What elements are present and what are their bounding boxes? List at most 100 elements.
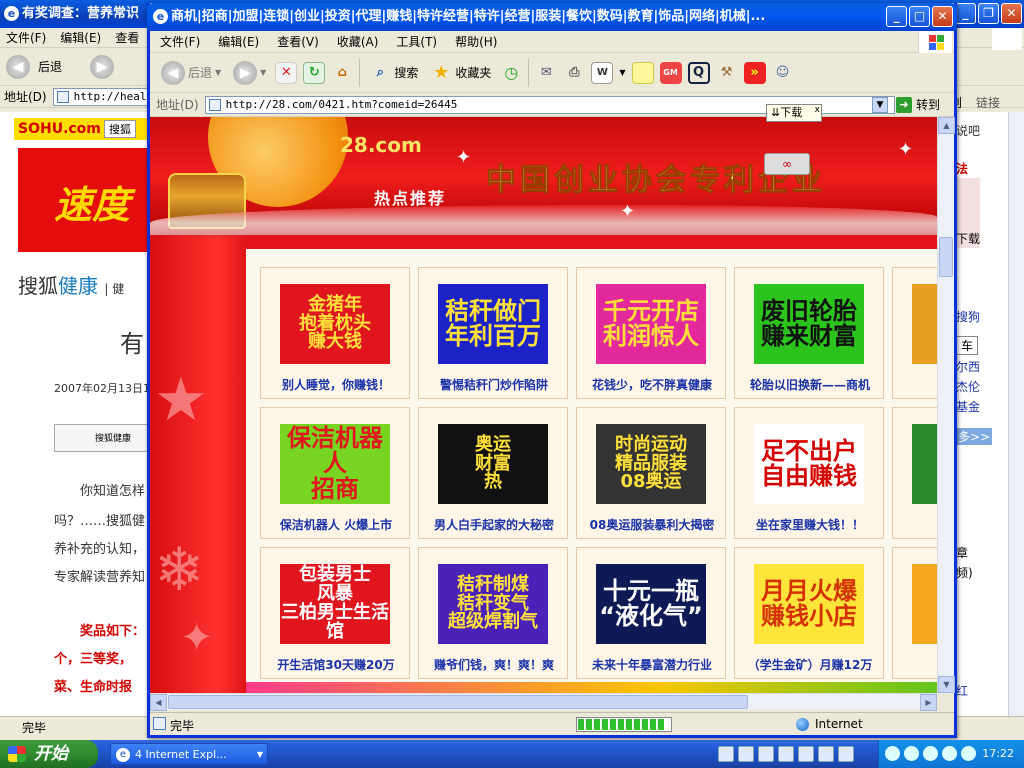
bookmark-icon[interactable]: »	[743, 61, 766, 84]
address-dropdown-icon[interactable]: ▼	[872, 97, 888, 113]
back-arrow-icon[interactable]: ◀	[6, 54, 30, 79]
menu-edit[interactable]: 编辑(E)	[218, 31, 259, 52]
refresh-icon[interactable]: ↻	[303, 61, 326, 84]
ad-tile-caption[interactable]: （学生金矿）月赚12万	[735, 656, 885, 673]
network-icon[interactable]	[904, 746, 919, 761]
back-label[interactable]: 后退	[38, 58, 62, 75]
ad-tile-image[interactable]	[912, 564, 937, 644]
close-button[interactable]: ✕	[1001, 3, 1022, 24]
forward-button[interactable]: ▶ ▼	[230, 58, 269, 88]
menu-favorites[interactable]: 收藏(A)	[337, 31, 379, 52]
go-button[interactable]: ➜ 转到	[896, 96, 940, 113]
pen-icon[interactable]	[738, 746, 754, 762]
ad-tile-image[interactable]: 包装男士 风暴 三柏男士生活馆	[280, 564, 390, 644]
ad-tile-caption[interactable]: 新浚	[893, 516, 937, 533]
ad-tile-image[interactable]: 秸秆做门 年利百万	[438, 284, 548, 364]
ad-tile-caption[interactable]: 男人白手起家的大秘密	[419, 516, 569, 533]
sohu-search-tab[interactable]: 搜狐	[104, 120, 136, 138]
ad-tile-image[interactable]: 足不出户 自由赚钱	[754, 424, 864, 504]
close-button[interactable]: ✕	[932, 6, 953, 27]
ad-tile-image[interactable]: 金猪年 抱着枕头 赚大钱	[280, 284, 390, 364]
bg-more-link[interactable]: 多>>	[956, 428, 992, 445]
ad-tile-caption[interactable]: 白钅	[893, 656, 937, 673]
bg-url-field[interactable]: http://healt	[52, 87, 153, 106]
help-icon[interactable]	[818, 746, 834, 762]
mail-icon[interactable]: ✉	[535, 62, 557, 84]
history-icon[interactable]: ◷	[500, 62, 522, 84]
clock[interactable]: 17:22	[982, 747, 1014, 760]
chevron-down-icon[interactable]: ▼	[619, 68, 625, 77]
menu-edit[interactable]: 编辑(E)	[60, 28, 101, 47]
menu-help[interactable]: 帮助(H)	[455, 31, 497, 52]
ad-tile-image[interactable]: 时尚运动 精品服装 08奥运	[596, 424, 706, 504]
vertical-scroll-thumb[interactable]	[939, 237, 953, 277]
antivirus-icon[interactable]	[923, 746, 938, 761]
ad-tile[interactable]: 在年暴富	[892, 267, 937, 399]
favorites-button[interactable]: ★ 收藏夹	[427, 58, 494, 88]
toolbar-popup-button[interactable]: ∞	[764, 153, 810, 175]
ad-tile-caption[interactable]: 花钱少，吃不胖真健康	[577, 376, 727, 393]
minimize-button[interactable]: _	[955, 3, 976, 24]
messenger-icon[interactable]: ☺	[772, 62, 794, 84]
ad-tile-caption[interactable]: 未来十年暴富潜力行业	[577, 656, 727, 673]
ad-tile[interactable]: 时尚运动 精品服装 08奥运 08奥运服装暴利大揭密	[576, 407, 726, 539]
ad-tile[interactable]: 月月火爆 赚钱小店 （学生金矿）月赚12万	[734, 547, 884, 679]
back-button[interactable]: ◀ 后退 ▼	[158, 58, 224, 88]
bg-right-download[interactable]: 下载	[956, 230, 980, 247]
ad-tile-image[interactable]: 十元一瓶 “液化气”	[596, 564, 706, 644]
bg-right-box-text[interactable]: 车	[956, 336, 979, 355]
horizontal-scrollbar[interactable]: ◀ ▶	[150, 693, 937, 711]
ad-tile-caption[interactable]: 轮胎以旧换新——商机	[735, 376, 885, 393]
sohu-logo[interactable]: SOHU.com	[18, 121, 101, 137]
qq-icon[interactable]	[885, 746, 900, 761]
ad-tile-caption[interactable]: 开生活馆30天赚20万	[261, 656, 411, 673]
ad-tile[interactable]: 废旧轮胎 赚来财富 轮胎以旧换新——商机	[734, 267, 884, 399]
menu-tools[interactable]: 工具(T)	[396, 31, 437, 52]
ad-tile-image[interactable]: 2	[912, 424, 937, 504]
start-button[interactable]: 开始	[0, 740, 98, 768]
arrow-icon[interactable]	[838, 746, 854, 762]
tools-icon[interactable]: ⚒	[716, 62, 738, 84]
ad-tile-image[interactable]: 秸秆制煤 秸秆变气 超级焊割气	[438, 564, 548, 644]
bg-ad-banner[interactable]: 速度	[18, 148, 150, 252]
page-header-banner[interactable]: ✦ ✦ ✦ 28.com 热点推荐 中国创业协会专利企业 ∞	[150, 117, 937, 235]
bg-right-item[interactable]: 基金	[956, 398, 980, 415]
restore-button[interactable]: ❐	[978, 3, 999, 24]
security-zone[interactable]: Internet	[796, 717, 863, 731]
ad-tile[interactable]: 白钅	[892, 547, 937, 679]
bg-vertical-scrollbar[interactable]	[1008, 112, 1024, 716]
ad-tile-image[interactable]: 月月火爆 赚钱小店	[754, 564, 864, 644]
horizontal-scroll-thumb[interactable]	[168, 695, 748, 709]
ad-tile-caption[interactable]: 08奥运服装暴利大揭密	[577, 516, 727, 533]
ad-tile-caption[interactable]: 暴富	[893, 376, 937, 393]
ad-tile[interactable]: 秸秆做门 年利百万 警惕秸秆门炒作陷阱	[418, 267, 568, 399]
search-button[interactable]: ⌕ 搜索	[366, 58, 421, 88]
bg-right-link[interactable]: 说吧	[956, 122, 980, 139]
menu-view[interactable]: 查看(V)	[277, 31, 319, 52]
bg-right-item[interactable]: 红	[956, 682, 968, 699]
ad-tile-image[interactable]: 奥运 财富热	[438, 424, 548, 504]
ad-tile[interactable]: 保洁机器人 招商 保洁机器人 火爆上市	[260, 407, 410, 539]
vertical-scrollbar[interactable]: ▲ ▼	[937, 117, 955, 693]
ad-tile[interactable]: 秸秆制煤 秸秆变气 超级焊割气赚爷们钱，爽！爽！爽	[418, 547, 568, 679]
shield-icon[interactable]	[961, 746, 976, 761]
ad-tile-image[interactable]: 保洁机器人 招商	[280, 424, 390, 504]
ad-tile[interactable]: 2 新浚	[892, 407, 937, 539]
brush-icon[interactable]	[778, 746, 794, 762]
q-icon[interactable]: Q	[687, 61, 710, 84]
stop-icon[interactable]: ✕	[275, 61, 298, 84]
ad-tile[interactable]: 包装男士 风暴 三柏男士生活馆开生活馆30天赚20万	[260, 547, 410, 679]
download-tooltip[interactable]: ⇊下载 x	[766, 104, 822, 122]
taskbar-ie-group[interactable]: e 4 Internet Expl... ▼	[110, 743, 268, 765]
bg-sogou-link[interactable]: 搜狗	[956, 308, 980, 325]
ad-tile-caption[interactable]: 赚爷们钱，爽！爽！爽	[419, 656, 569, 673]
game-icon[interactable]: GM	[659, 61, 682, 84]
minimize-button[interactable]: _	[886, 6, 907, 27]
bottom-ad-strip[interactable]	[246, 682, 937, 693]
foreground-browser-window[interactable]: e 商机|招商|加盟|连锁|创业|投资|代理|赚钱|特许经营|特许|经营|服装|…	[147, 3, 957, 738]
chevron-down-icon[interactable]: ▼	[260, 68, 266, 77]
ime-icon[interactable]	[758, 746, 774, 762]
chevron-down-icon[interactable]: ▼	[215, 68, 221, 77]
ad-tile-caption[interactable]: 坐在家里赚大钱！！	[735, 516, 885, 533]
ad-tile[interactable]: 奥运 财富热男人白手起家的大秘密	[418, 407, 568, 539]
